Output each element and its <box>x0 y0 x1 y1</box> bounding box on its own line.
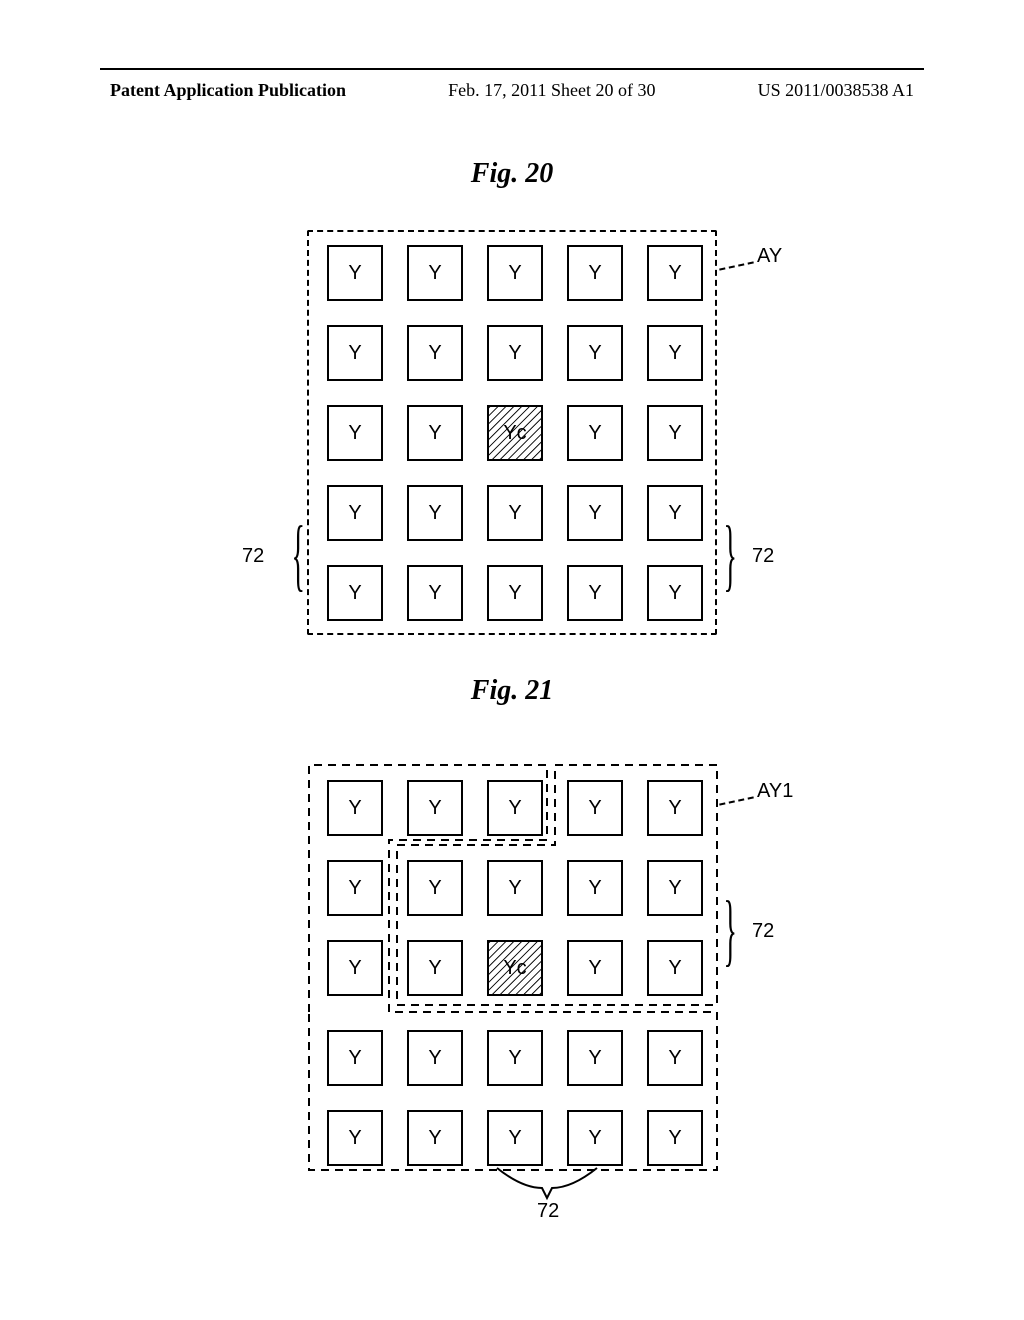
grid-cell: Y <box>567 325 623 381</box>
figure-21-title: Fig. 21 <box>0 675 1024 707</box>
grid-cell: Y <box>327 940 383 996</box>
brace-down-icon <box>497 1168 597 1198</box>
leader-line-icon <box>719 261 754 270</box>
grid-cell: Y <box>647 940 703 996</box>
brace-icon: } <box>723 890 736 970</box>
header-center: Feb. 17, 2011 Sheet 20 of 30 <box>448 80 655 101</box>
grid-cell: Y <box>647 485 703 541</box>
label-72-right: 72 <box>752 920 774 943</box>
page-header: Patent Application Publication Feb. 17, … <box>0 80 1024 101</box>
grid-cell: Y <box>567 245 623 301</box>
grid-cell: Y <box>407 1030 463 1086</box>
grid-cell: Y <box>567 565 623 621</box>
grid-cell: Y <box>407 1110 463 1166</box>
grid-cell: Y <box>327 565 383 621</box>
grid-cell-center: Yc <box>487 405 543 461</box>
grid-cell: Y <box>407 860 463 916</box>
grid-cell: Y <box>487 565 543 621</box>
figure-20: Y Y Y Y Y Y Y Y Y Y Y Y Yc Y Y Y Y Y Y Y… <box>297 225 727 640</box>
grid-cell: Y <box>647 780 703 836</box>
grid-cell: Y <box>487 1110 543 1166</box>
grid-cell: Y <box>327 405 383 461</box>
grid-cell: Y <box>567 940 623 996</box>
grid-cell: Y <box>567 860 623 916</box>
grid-cell: Y <box>407 780 463 836</box>
label-72-left: 72 <box>242 545 264 568</box>
grid-cell: Y <box>327 245 383 301</box>
grid-cell: Y <box>407 245 463 301</box>
grid-cell: Y <box>327 1030 383 1086</box>
grid-cell: Y <box>407 565 463 621</box>
brace-icon: } <box>723 515 736 595</box>
grid-cell: Y <box>647 405 703 461</box>
grid-cell: Y <box>487 780 543 836</box>
grid-cell: Y <box>567 405 623 461</box>
grid-cell: Y <box>327 325 383 381</box>
grid-cell: Y <box>647 1030 703 1086</box>
grid-cell: Y <box>647 245 703 301</box>
grid-cell: Y <box>567 1030 623 1086</box>
figure-21: Y Y Y Y Y Y Y Y Y Y Y Y Yc Y Y Y Y Y Y Y… <box>297 760 727 1190</box>
grid-cell: Y <box>327 780 383 836</box>
grid-cell-center: Yc <box>487 940 543 996</box>
label-72-right: 72 <box>752 545 774 568</box>
grid-cell: Y <box>487 325 543 381</box>
grid-cell: Y <box>647 325 703 381</box>
figure-20-title: Fig. 20 <box>0 158 1024 190</box>
grid-cell: Y <box>407 940 463 996</box>
label-72-bottom: 72 <box>537 1200 559 1223</box>
grid-cell: Y <box>407 405 463 461</box>
grid-cell: Y <box>567 780 623 836</box>
grid-cell: Y <box>487 860 543 916</box>
label-ay1: AY1 <box>757 780 793 803</box>
grid-cell: Y <box>327 485 383 541</box>
grid-cell: Y <box>327 860 383 916</box>
grid-cell: Y <box>567 1110 623 1166</box>
grid-cell: Y <box>327 1110 383 1166</box>
grid-cell: Y <box>647 1110 703 1166</box>
grid-cell: Y <box>647 860 703 916</box>
label-ay: AY <box>757 245 782 268</box>
grid-cell: Y <box>487 245 543 301</box>
grid-cell: Y <box>487 485 543 541</box>
header-left: Patent Application Publication <box>110 80 346 101</box>
grid-cell: Y <box>647 565 703 621</box>
brace-icon: { <box>291 515 304 595</box>
grid-cell: Y <box>567 485 623 541</box>
header-right: US 2011/0038538 A1 <box>758 80 914 101</box>
header-rule <box>100 68 924 70</box>
grid-cell: Y <box>407 485 463 541</box>
grid-cell: Y <box>407 325 463 381</box>
grid-cell: Y <box>487 1030 543 1086</box>
